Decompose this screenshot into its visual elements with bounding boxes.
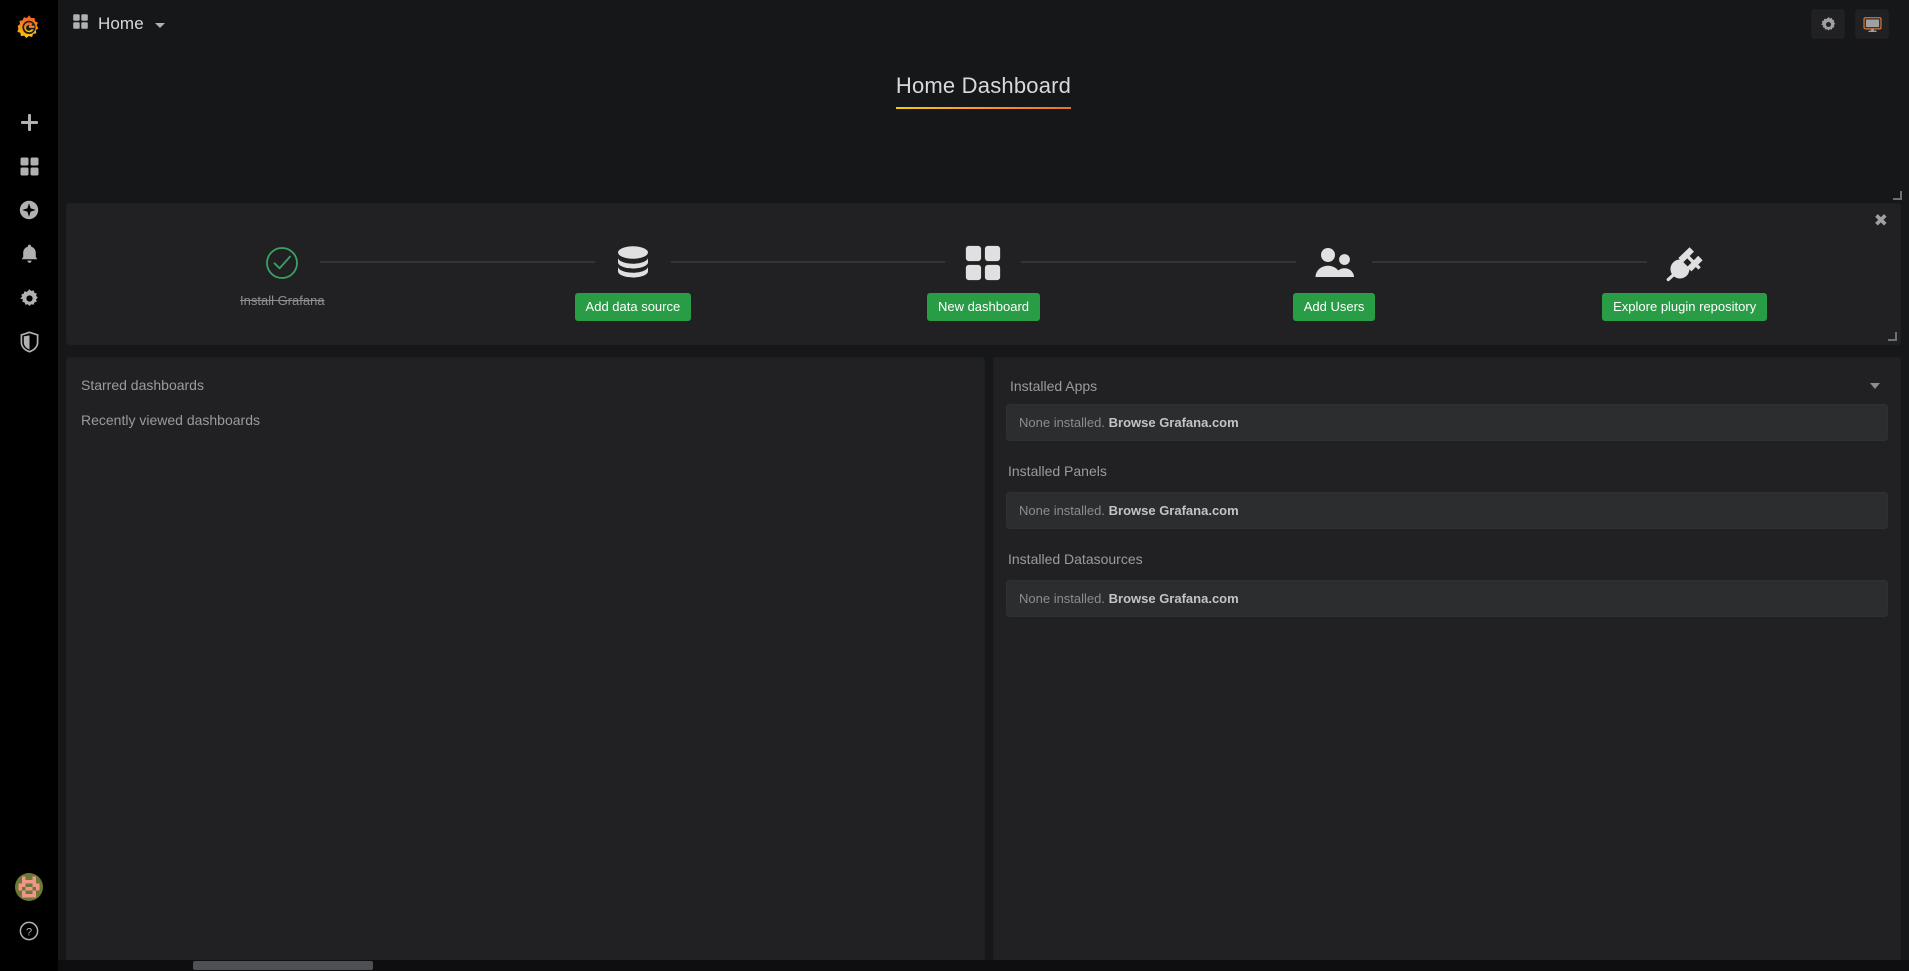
add-data-source-button[interactable]: Add data source [574,293,692,321]
topbar-actions [1811,9,1909,39]
installed-apps-heading: Installed Apps [1010,378,1098,394]
browse-grafana-com-link-panels[interactable]: Browse Grafana.com [1109,503,1239,518]
step-explore-plugin-repository: Explore plugin repository [1372,204,1860,321]
installed-apps-header: Installed Apps [1008,378,1888,394]
add-users-button[interactable]: Add Users [1292,293,1376,321]
users-icon [1312,243,1356,283]
dashboard-settings-button[interactable] [1811,9,1845,39]
sidebar-item-explore[interactable] [0,188,58,232]
breadcrumb[interactable]: Home [58,13,165,35]
installed-panels-empty-text: None installed. [1019,503,1105,518]
avatar [15,873,43,901]
sidebar-item-dashboards[interactable] [0,144,58,188]
sidebar-item-help[interactable]: ? [0,909,58,953]
getting-started-panel: ✖ Install Grafana Add data source New da… [66,203,1901,345]
dashboard-canvas: Home Dashboard ✖ Install Grafana Add dat… [58,48,1909,971]
plugin-list-panel: Installed Apps None installed. Browse Gr… [993,357,1901,971]
browse-grafana-com-link-datasources[interactable]: Browse Grafana.com [1109,591,1239,606]
recently-viewed-dashboards-label: Recently viewed dashboards [81,412,260,428]
nav-secondary-group: ? [0,865,58,971]
svg-text:?: ? [26,926,32,938]
browse-grafana-com-link-apps[interactable]: Browse Grafana.com [1109,415,1239,430]
sidebar-item-alerting[interactable] [0,232,58,276]
check-circle-icon [264,243,300,283]
sidebar-item-configuration[interactable] [0,276,58,320]
installed-panels-heading: Installed Panels [1008,463,1107,479]
new-dashboard-button[interactable]: New dashboard [926,293,1041,321]
dashboard-title-area: Home Dashboard [58,48,1909,109]
panel-rows: ✖ Install Grafana Add data source New da… [58,139,1909,971]
side-navigation: ? [0,0,58,971]
explore-plugin-repository-button[interactable]: Explore plugin repository [1602,293,1768,321]
installed-panels-empty-row: None installed. Browse Grafana.com [1006,492,1888,529]
sidebar-item-server-admin[interactable] [0,320,58,364]
page-title: Home Dashboard [895,73,1072,109]
installed-apps-empty-row: None installed. Browse Grafana.com [1006,404,1888,441]
dashboards-list-body: Starred dashboards Recently viewed dashb… [67,358,984,461]
close-icon[interactable]: ✖ [1874,213,1888,230]
installed-datasources-heading: Installed Datasources [1008,551,1143,567]
starred-dashboards-label: Starred dashboards [81,377,204,393]
panel-resize-handle[interactable] [1892,190,1904,202]
view-mode-button[interactable] [1855,9,1889,39]
dashboards-list-panel: Starred dashboards Recently viewed dashb… [66,357,985,971]
installed-apps-empty-text: None installed. [1019,415,1105,430]
step-label-install-grafana: Install Grafana [240,293,325,308]
dashboards-icon [72,13,89,35]
panel-resize-handle[interactable] [1887,331,1899,343]
horizontal-scrollbar-thumb[interactable] [193,961,373,970]
database-icon [612,243,654,283]
breadcrumb-label: Home [98,14,144,33]
plugin-list-body: Installed Apps None installed. Browse Gr… [994,358,1900,631]
chevron-down-icon[interactable] [154,23,165,28]
horizontal-scrollbar[interactable] [58,960,1909,971]
getting-started-steps: Install Grafana Add data source New dash… [67,204,1900,344]
step-install-grafana: Install Grafana [107,204,458,308]
installed-datasources-empty-text: None installed. [1019,591,1105,606]
chevron-down-icon[interactable] [1870,383,1880,389]
plug-icon [1664,243,1706,283]
top-navigation-bar: Home [58,0,1909,48]
sidebar-item-user-profile[interactable] [0,865,58,909]
dashboards-icon [963,243,1003,283]
nav-primary-group [0,100,58,364]
grafana-logo-icon[interactable] [0,4,58,52]
installed-datasources-empty-row: None installed. Browse Grafana.com [1006,580,1888,617]
sidebar-item-create[interactable] [0,100,58,144]
empty-panel-row [62,139,1905,203]
lower-panel-row: Starred dashboards Recently viewed dashb… [66,357,1901,971]
